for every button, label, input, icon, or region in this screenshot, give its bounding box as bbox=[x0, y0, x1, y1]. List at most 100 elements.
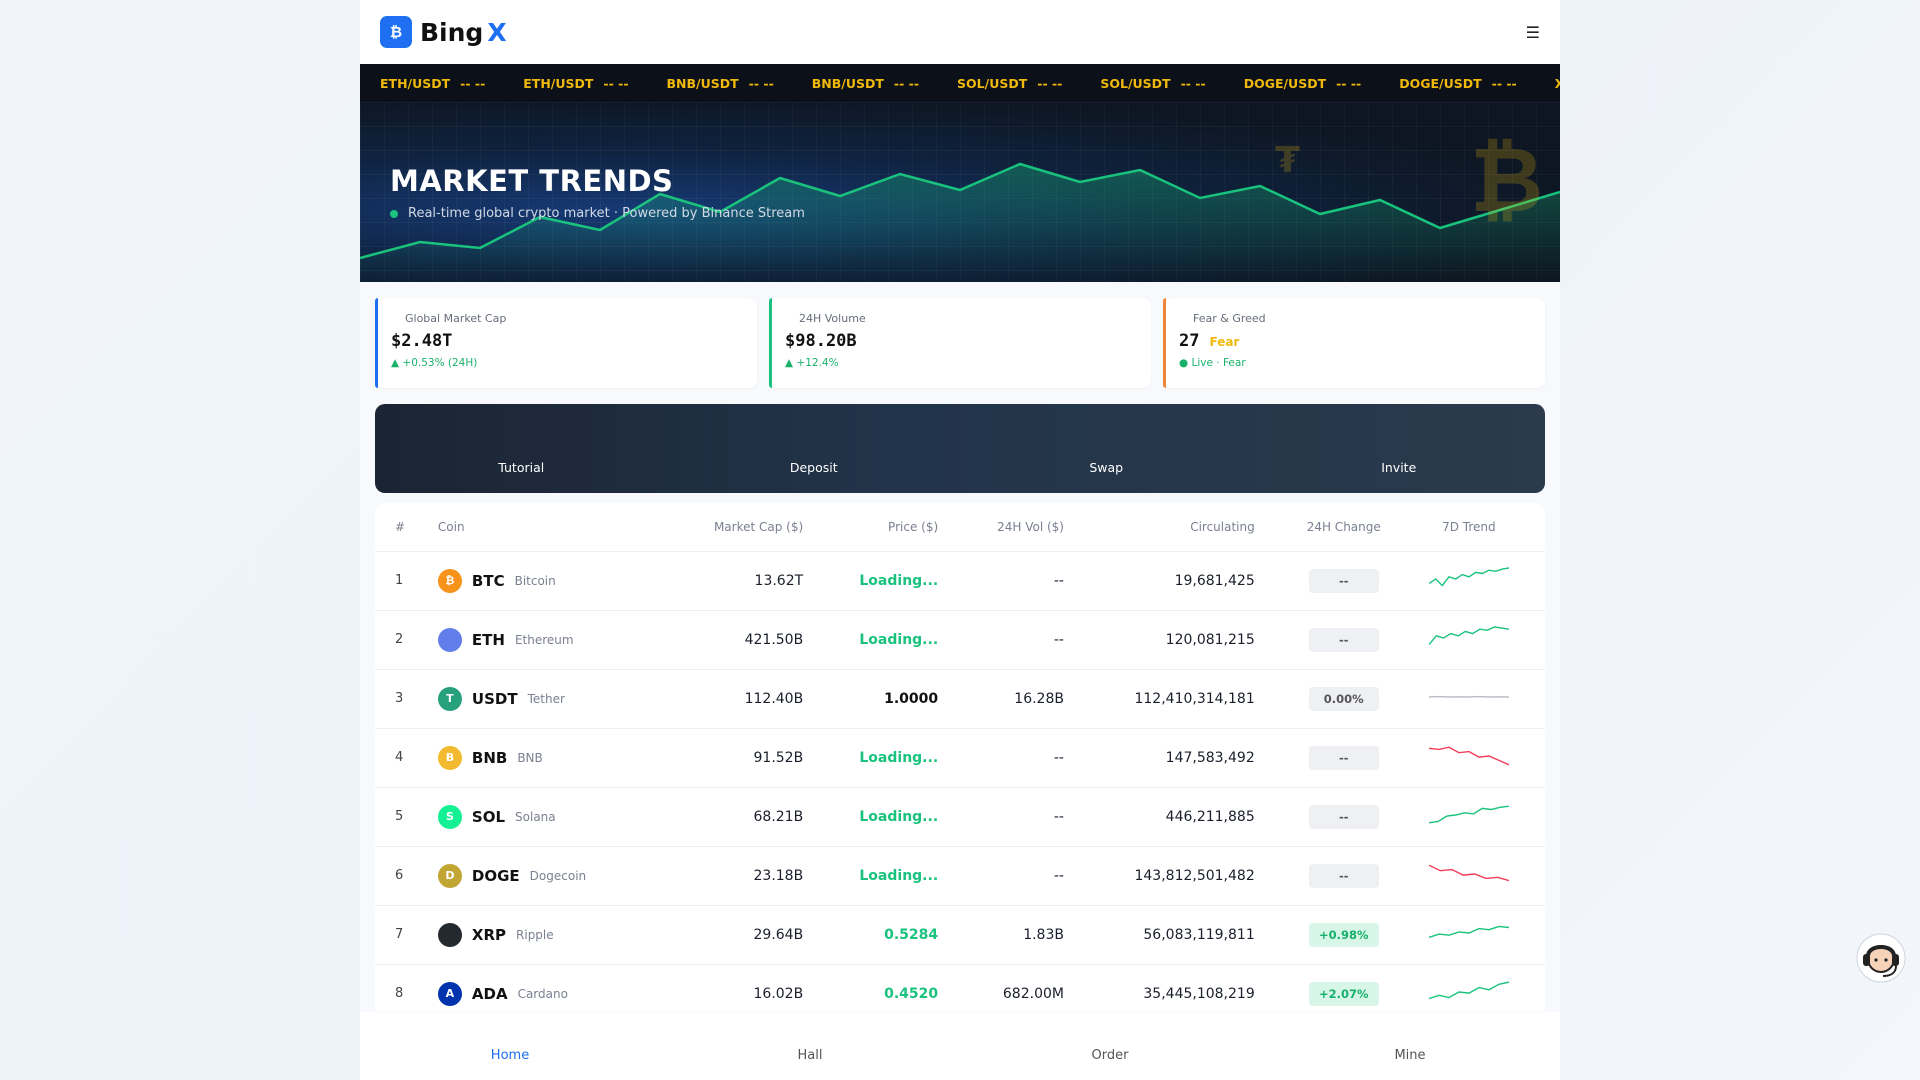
col-market-cap[interactable]: Market Cap ($) bbox=[640, 503, 804, 552]
coin-cell: XRP Ripple bbox=[437, 922, 641, 947]
nav-order[interactable]: Order bbox=[960, 1048, 1260, 1063]
col-volume[interactable]: 24H Vol ($) bbox=[938, 503, 1064, 552]
row-coin: S SOL Solana bbox=[437, 787, 641, 847]
ticker-item[interactable]: DOGE/USDT -- -- bbox=[1244, 76, 1362, 91]
stat-label: Global Market Cap bbox=[405, 312, 507, 325]
ticker-item[interactable]: XRP/USDT-- -- bbox=[1555, 76, 1560, 91]
row-price: 0.4520 bbox=[803, 964, 939, 1011]
col-coin: Coin bbox=[437, 503, 641, 552]
market-table: # Coin Market Cap ($) Price ($) 24H Vol … bbox=[375, 503, 1545, 1011]
table-row[interactable]: 7 XRP Ripple 29.64B 0.5284 1.83B 56,083,119,81… bbox=[375, 905, 1545, 965]
row-market-cap: 23.18B bbox=[640, 846, 804, 906]
ticker-item[interactable]: DOGE/USDT -- -- bbox=[1399, 76, 1517, 91]
row-change: -- bbox=[1254, 610, 1393, 670]
coin-symbol: SOL bbox=[471, 807, 506, 826]
row-circulating: 143,812,501,482 bbox=[1063, 846, 1255, 906]
coin-cell: S SOL Solana bbox=[437, 804, 641, 829]
coin-doge-icon: D bbox=[437, 863, 462, 888]
row-rank: 1 bbox=[375, 551, 438, 611]
table-row[interactable]: 4 B BNB BNB 91.52B Loading... -- 147,583,492 -- bbox=[375, 728, 1545, 788]
ticker-item[interactable]: SOL/USDT -- -- bbox=[957, 76, 1062, 91]
stat-card-volume: 24H Volume $98.20B ▲ +12.4% bbox=[769, 298, 1151, 388]
brand[interactable]: ₿ Bing X bbox=[380, 16, 507, 48]
table-row[interactable]: 1 ₿ BTC Bitcoin 13.62T Loading... -- 19,681,425… bbox=[375, 551, 1545, 611]
row-change: -- bbox=[1254, 787, 1393, 847]
table-row[interactable]: 8 A ADA Cardano 16.02B 0.4520 682.00M 35,445,10… bbox=[375, 964, 1545, 1011]
nav-home[interactable]: Home bbox=[360, 1048, 660, 1063]
row-rank: 6 bbox=[375, 846, 438, 906]
col-price[interactable]: Price ($) bbox=[803, 503, 939, 552]
deposit-button[interactable]: Deposit bbox=[668, 460, 961, 475]
ticker-item[interactable]: ETH/USDT -- -- bbox=[380, 76, 485, 91]
nav-hall[interactable]: Hall bbox=[660, 1048, 960, 1063]
fear-greed-word: Fear bbox=[1209, 335, 1240, 349]
table-row[interactable]: 3 T USDT Tether 112.40B 1.0000 16.28B 112,410,3… bbox=[375, 669, 1545, 729]
ticker-item[interactable]: BNB/USDT -- -- bbox=[667, 76, 774, 91]
customer-support-icon[interactable] bbox=[1855, 932, 1907, 984]
tutorial-button[interactable]: Tutorial bbox=[375, 460, 668, 475]
row-trend bbox=[1392, 787, 1545, 847]
ticker-value: -- -- bbox=[748, 75, 774, 91]
row-change: +2.07% bbox=[1254, 964, 1393, 1011]
row-change: -- bbox=[1254, 551, 1393, 611]
brand-name-text: Bing bbox=[420, 17, 484, 47]
row-volume: -- bbox=[938, 787, 1064, 847]
coin-xrp-icon bbox=[437, 922, 462, 947]
row-circulating: 19,681,425 bbox=[1063, 551, 1255, 611]
stat-label: 24H Volume bbox=[799, 312, 866, 325]
ticker-value: -- -- bbox=[603, 75, 629, 91]
ticker-item[interactable]: BNB/USDT -- -- bbox=[812, 76, 919, 91]
table-body: 1 ₿ BTC Bitcoin 13.62T Loading... -- 19,681,425… bbox=[375, 551, 1545, 1011]
row-rank: 5 bbox=[375, 787, 438, 847]
row-circulating: 120,081,215 bbox=[1063, 610, 1255, 670]
invite-button[interactable]: Invite bbox=[1253, 460, 1546, 475]
swap-button[interactable]: Swap bbox=[960, 460, 1253, 475]
col-circulating[interactable]: Circulating bbox=[1063, 503, 1255, 552]
table-row[interactable]: 5 S SOL Solana 68.21B Loading... -- 446,211,885… bbox=[375, 787, 1545, 847]
row-coin: A ADA Cardano bbox=[437, 964, 641, 1011]
row-volume: 16.28B bbox=[938, 669, 1064, 729]
stat-sub: ● Live · Fear bbox=[1179, 357, 1246, 369]
coin-name: Ripple bbox=[516, 927, 554, 942]
hero-subtitle-text: Real-time global crypto market · Powered… bbox=[408, 206, 805, 221]
ticker-pair: BNB/USDT bbox=[811, 75, 884, 91]
nav-mine[interactable]: Mine bbox=[1260, 1048, 1560, 1063]
row-circulating: 35,445,108,219 bbox=[1063, 964, 1255, 1011]
sparkline bbox=[1428, 864, 1510, 881]
row-trend bbox=[1392, 905, 1545, 965]
change-badge: 0.00% bbox=[1308, 686, 1379, 711]
table-row[interactable]: 2 ETH Ethereum 421.50B Loading... -- 120,081,2… bbox=[375, 610, 1545, 670]
sparkline bbox=[1428, 695, 1509, 698]
ticker-pair: XRP/USDT bbox=[1554, 75, 1560, 91]
change-badge: -- bbox=[1308, 745, 1379, 770]
row-trend bbox=[1392, 728, 1545, 788]
sparkline bbox=[1428, 625, 1509, 645]
row-rank: 4 bbox=[375, 728, 438, 788]
row-volume: 682.00M bbox=[938, 964, 1064, 1011]
row-circulating: 112,410,314,181 bbox=[1063, 669, 1255, 729]
sparkline-line bbox=[1428, 745, 1510, 765]
sparkline bbox=[1428, 745, 1510, 765]
row-price: 0.5284 bbox=[803, 905, 939, 965]
bitcoin-watermark-icon: ₿ bbox=[1470, 128, 1544, 233]
coin-usdt-icon: T bbox=[437, 686, 462, 711]
row-trend bbox=[1392, 669, 1545, 729]
row-price: Loading... bbox=[803, 787, 939, 847]
hamburger-menu-icon[interactable]: ☰ bbox=[1526, 23, 1540, 42]
coin-bnb-icon: B bbox=[437, 745, 462, 770]
row-change: -- bbox=[1254, 846, 1393, 906]
stat-card-fear-greed: Fear & Greed 27 Fear ● Live · Fear bbox=[1163, 298, 1545, 388]
ticker-item[interactable]: SOL/USDT -- -- bbox=[1100, 76, 1205, 91]
sparkline-line bbox=[1428, 925, 1509, 938]
row-volume: -- bbox=[938, 846, 1064, 906]
table-header-row: # Coin Market Cap ($) Price ($) 24H Vol … bbox=[375, 503, 1545, 552]
ticker-item[interactable]: ETH/USDT -- -- bbox=[523, 76, 628, 91]
coin-symbol: ETH bbox=[471, 630, 505, 649]
coin-btc-icon: ₿ bbox=[437, 568, 462, 593]
stat-sub: ▲ +0.53% (24H) bbox=[391, 357, 478, 369]
col-change[interactable]: 24H Change bbox=[1254, 503, 1393, 552]
coin-symbol: XRP bbox=[471, 925, 507, 944]
row-trend bbox=[1392, 551, 1545, 611]
coin-symbol: ADA bbox=[471, 984, 508, 1003]
table-row[interactable]: 6 D DOGE Dogecoin 23.18B Loading... -- 143,812,… bbox=[375, 846, 1545, 906]
